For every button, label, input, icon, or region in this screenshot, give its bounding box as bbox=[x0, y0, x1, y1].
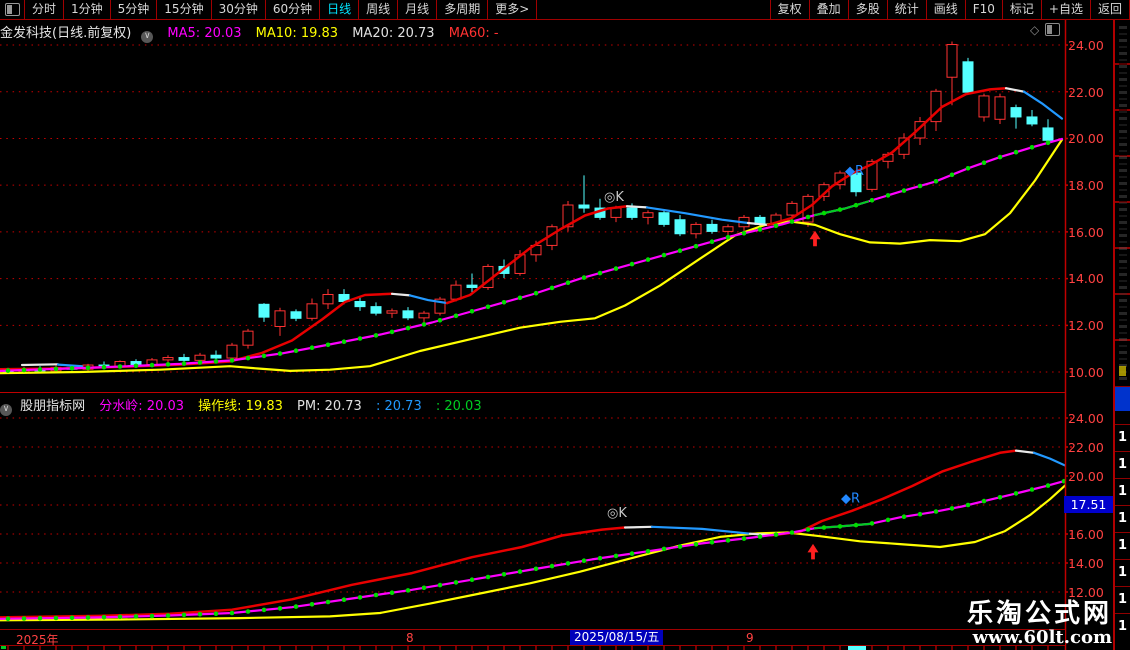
PM-trend-white bbox=[623, 525, 654, 529]
strip-digit: 1 bbox=[1115, 532, 1130, 559]
indicator-source: 股朋指标网 bbox=[20, 399, 86, 414]
watermark: 乐淘公式网 www.60lt.com bbox=[967, 600, 1112, 648]
price-label: 12.00 bbox=[1068, 318, 1104, 333]
date-axis[interactable]: 2025年 8 2025/08/15/五 9 bbox=[0, 629, 1065, 647]
strip-digit: 1 bbox=[1115, 613, 1130, 640]
price-label: 20.00 bbox=[1068, 131, 1104, 146]
signal-marker: ◆R bbox=[841, 491, 860, 506]
price-label: 22.00 bbox=[1068, 85, 1104, 100]
chart-canvas[interactable]: ◎K ◆R ◎K ◆R bbox=[0, 0, 1130, 650]
panel-divider[interactable] bbox=[0, 392, 1066, 393]
MA10-operating-line bbox=[0, 138, 1064, 375]
pm-green-value: : 20.03 bbox=[435, 399, 482, 414]
PM-trend-blue bbox=[1022, 90, 1064, 120]
PM-trend-red bbox=[770, 449, 1018, 537]
pm-value: PM: 20.73 bbox=[297, 399, 362, 414]
indicator-panel: ◎K ◆R bbox=[0, 417, 1066, 622]
bottom-tick-strip bbox=[1, 646, 1049, 650]
strip-digit: 1 bbox=[1115, 586, 1130, 613]
price-label: 18.00 bbox=[1068, 178, 1104, 193]
strip-digit: 1 bbox=[1115, 424, 1130, 451]
green-dot-markers bbox=[5, 478, 1066, 621]
right-sidebar-strip[interactable]: 1 1 1 1 1 1 1 1 bbox=[1113, 20, 1130, 650]
PM-trend-blue bbox=[650, 525, 752, 535]
date-month-label: 8 bbox=[406, 631, 414, 645]
green-dot-markers bbox=[5, 140, 1051, 373]
caozuoxian-value: 操作线: 19.83 bbox=[198, 399, 283, 414]
price-label: 16.00 bbox=[1068, 527, 1104, 542]
strip-digit: 1 bbox=[1115, 505, 1130, 532]
strip-digit: 1 bbox=[1115, 478, 1130, 505]
date-month-label: 9 bbox=[746, 631, 754, 645]
watermark-url: www.60lt.com bbox=[972, 627, 1112, 648]
strip-digit: 1 bbox=[1115, 559, 1130, 586]
PM-trend-blue bbox=[1032, 451, 1066, 467]
strip-digit: 1 bbox=[1115, 451, 1130, 478]
PM-trend-white bbox=[1004, 87, 1026, 93]
price-label: 16.00 bbox=[1068, 225, 1104, 240]
price-label: 14.00 bbox=[1068, 556, 1104, 571]
price-label: 24.00 bbox=[1068, 411, 1104, 426]
fenshuiling-value: 分水岭: 20.03 bbox=[99, 399, 185, 414]
indicator-legend: ∨ 股朋指标网 分水岭: 20.03 操作线: 19.83 PM: 20.73 … bbox=[0, 395, 492, 416]
caozuoxian-yellow bbox=[0, 483, 1066, 622]
watermark-title: 乐淘公式网 bbox=[966, 599, 1112, 629]
cursor-date-badge: 2025/08/15/五 bbox=[570, 630, 664, 645]
strip-yellow-mark bbox=[1119, 366, 1126, 376]
stock-chart-app: 分时 1分钟 5分钟 15分钟 30分钟 60分钟 日线 周线 月线 多周期 更… bbox=[0, 0, 1130, 650]
price-label: 12.00 bbox=[1068, 585, 1104, 600]
buy-arrow-marker bbox=[809, 230, 821, 247]
price-label: 22.00 bbox=[1068, 440, 1104, 455]
PM-trend-white bbox=[20, 363, 60, 367]
strip-glyph-column bbox=[1119, 24, 1127, 380]
chevron-down-icon[interactable]: ∨ bbox=[0, 404, 12, 416]
price-label: 24.00 bbox=[1068, 38, 1104, 53]
strip-blue-badge bbox=[1115, 386, 1130, 411]
PM-trend-white bbox=[625, 205, 649, 209]
pm-blue-value: : 20.73 bbox=[375, 399, 422, 414]
date-year-label: 2025年 bbox=[16, 633, 59, 647]
PM-trend-white bbox=[1014, 449, 1036, 454]
cursor-price-badge: 17.51 bbox=[1064, 496, 1113, 513]
buy-arrow-marker bbox=[807, 543, 819, 560]
fenshuiling-magenta bbox=[0, 479, 1066, 620]
price-label: 14.00 bbox=[1068, 271, 1104, 286]
main-price-chart: ◎K ◆R bbox=[0, 41, 1064, 375]
price-label: 20.00 bbox=[1068, 469, 1104, 484]
PM-trend-blue bbox=[56, 363, 84, 368]
PM-trend-white bbox=[390, 292, 412, 297]
signal-marker: ◎K bbox=[604, 190, 624, 205]
price-label: 10.00 bbox=[1068, 365, 1104, 380]
signal-marker: ◎K bbox=[607, 506, 627, 521]
signal-marker: ◆R bbox=[845, 164, 864, 179]
